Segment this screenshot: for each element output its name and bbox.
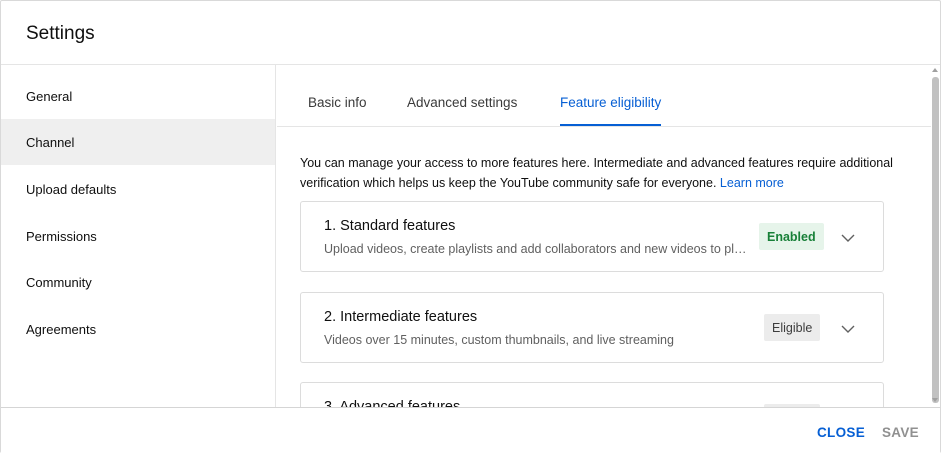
sidebar-item-community[interactable]: Community (1, 259, 275, 305)
save-button[interactable]: SAVE (882, 425, 919, 440)
sidebar-item-agreements[interactable]: Agreements (1, 306, 275, 352)
feature-subtitle: Videos over 15 minutes, custom thumbnail… (324, 333, 674, 347)
feature-subtitle: Upload videos, create playlists and add … (324, 242, 749, 256)
sidebar-item-permissions[interactable]: Permissions (1, 213, 275, 259)
feature-card-intermediate[interactable]: 2. Intermediate features Videos over 15 … (300, 292, 884, 363)
learn-more-link[interactable]: Learn more (720, 176, 784, 190)
tab-basic-info[interactable]: Basic info (308, 95, 367, 126)
status-badge: Enabled (759, 223, 824, 250)
chevron-down-icon[interactable] (838, 319, 858, 339)
feature-title: 1. Standard features (324, 218, 456, 234)
chevron-down-icon[interactable] (838, 228, 858, 248)
dialog-footer: CLOSE SAVE (1, 407, 940, 453)
scrollbar-thumb[interactable] (932, 77, 939, 403)
feature-description: You can manage your access to more featu… (300, 153, 900, 193)
settings-sidebar: General Channel Upload defaults Permissi… (1, 65, 276, 407)
tab-advanced-settings[interactable]: Advanced settings (407, 95, 517, 126)
scroll-up-arrow-icon[interactable] (932, 68, 938, 72)
channel-content: Basic info Advanced settings Feature eli… (277, 65, 931, 407)
description-text: You can manage your access to more featu… (300, 156, 893, 190)
dialog-header: Settings (1, 1, 940, 65)
sidebar-item-general[interactable]: General (1, 73, 275, 119)
feature-card-advanced[interactable]: 3. Advanced features (300, 382, 884, 407)
close-button[interactable]: CLOSE (817, 425, 865, 440)
scroll-down-arrow-icon[interactable] (932, 398, 938, 402)
sidebar-item-upload-defaults[interactable]: Upload defaults (1, 166, 275, 212)
channel-tabs: Basic info Advanced settings Feature eli… (277, 65, 931, 127)
sidebar-item-channel[interactable]: Channel (1, 119, 275, 165)
feature-card-standard[interactable]: 1. Standard features Upload videos, crea… (300, 201, 884, 272)
content-scrollbar[interactable] (931, 65, 940, 407)
feature-title: 3. Advanced features (324, 399, 461, 407)
tab-feature-eligibility[interactable]: Feature eligibility (560, 95, 662, 126)
feature-title: 2. Intermediate features (324, 309, 478, 325)
dialog-title: Settings (26, 23, 95, 44)
status-badge: Eligible (764, 314, 821, 341)
settings-dialog: Settings General Channel Upload defaults… (0, 0, 941, 453)
